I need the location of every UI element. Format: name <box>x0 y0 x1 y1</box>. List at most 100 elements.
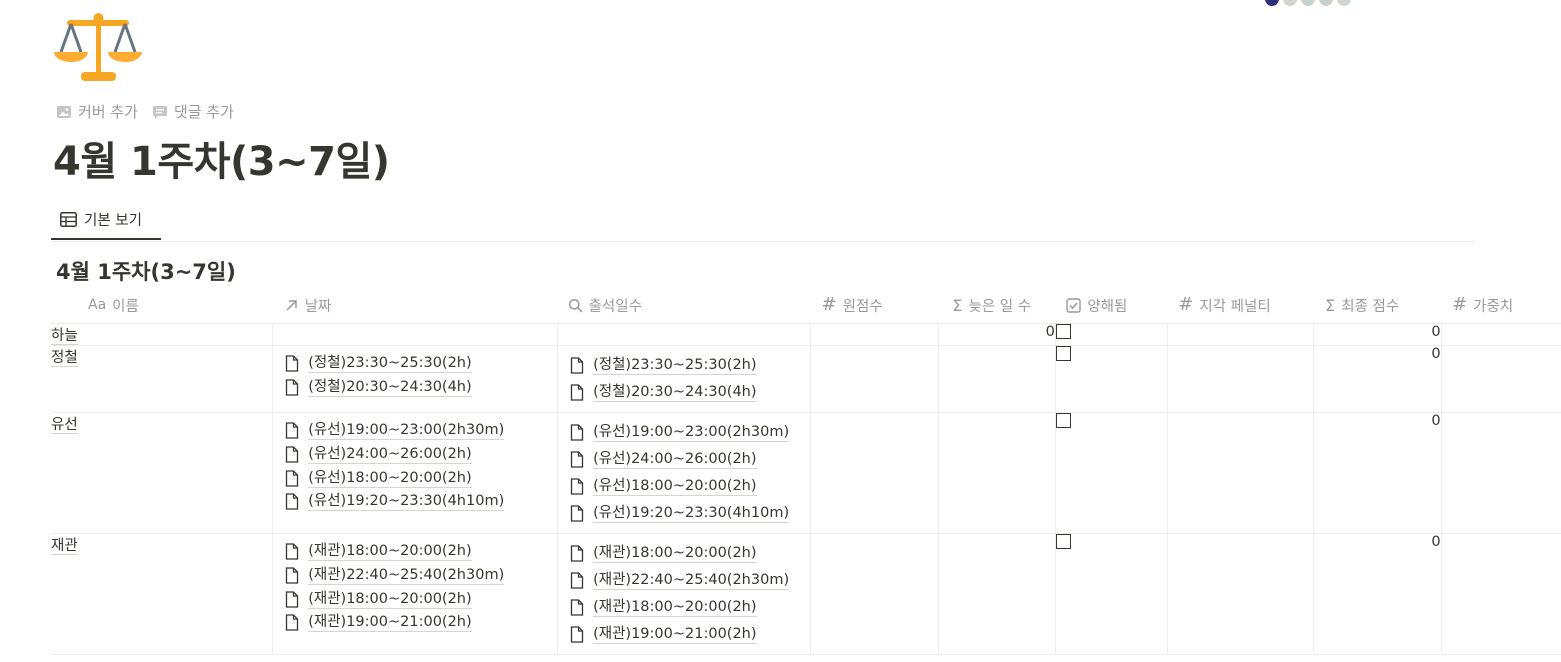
cell-late-penalty[interactable] <box>1167 412 1314 534</box>
page-icon <box>286 422 299 439</box>
column-header-late-penalty[interactable]: # 지각 페널티 <box>1167 287 1314 324</box>
rollup-list: (정철)23:30~25:30(2h) (정철)20:30~24:30(4h) <box>558 346 809 412</box>
linked-page-item[interactable]: (재관)18:00~20:00(2h) <box>285 540 556 564</box>
linked-page-item[interactable]: (유선)19:00~23:00(2h30m) <box>570 419 809 446</box>
linked-page-title: (유선)19:20~23:30(4h10m) <box>593 505 790 523</box>
cell-attendance[interactable]: (정철)23:30~25:30(2h) (정철)20:30~24:30(4h) <box>557 345 812 413</box>
cell-attendance[interactable] <box>557 323 812 346</box>
linked-page-item[interactable]: (유선)24:00~26:00(2h) <box>570 446 809 473</box>
checkbox-icon <box>1066 297 1082 313</box>
linked-page-item[interactable]: (재관)18:00~20:00(2h) <box>570 594 809 621</box>
cell-original-score[interactable] <box>810 345 939 413</box>
tab-default-view[interactable]: 기본 보기 <box>51 201 161 240</box>
linked-page-item[interactable]: (재관)19:00~21:00(2h) <box>285 611 556 635</box>
cell-final-score[interactable]: 0 <box>1313 533 1442 655</box>
cell-date[interactable]: (재관)18:00~20:00(2h) (재관)22:40~25:40(2h30m… <box>272 533 559 655</box>
page-icon <box>286 493 299 511</box>
cell-final-score[interactable]: 0 <box>1313 345 1442 413</box>
table-row[interactable]: 재관 (재관)18:00~20:00(2h) (재관)22:40~25:40(2h… <box>51 533 1561 655</box>
excused-checkbox[interactable] <box>1055 324 1071 339</box>
cell-final-score[interactable]: 0 <box>1313 323 1442 346</box>
page-icon <box>286 591 299 608</box>
cell-name[interactable]: 정철 <box>51 345 274 413</box>
cell-excused <box>1055 345 1168 413</box>
linked-page-item[interactable]: (재관)19:00~21:00(2h) <box>570 621 809 648</box>
column-header-excused[interactable]: 양해됨 <box>1055 287 1168 324</box>
excused-checkbox[interactable] <box>1055 346 1071 361</box>
linked-page-title: (정철)23:30~25:30(2h) <box>593 357 757 375</box>
cell-late-penalty[interactable] <box>1167 323 1314 346</box>
add-cover-button[interactable]: 커버 추가 <box>56 101 138 122</box>
search-icon <box>568 298 583 313</box>
column-header-late-days[interactable]: Σ 늦은 일 수 <box>938 287 1056 324</box>
cell-weight[interactable] <box>1441 323 1561 346</box>
linked-page-item[interactable]: (유선)19:00~23:00(2h30m) <box>285 419 556 443</box>
row-title[interactable]: 재관 <box>51 538 78 555</box>
table-row[interactable]: 정철 (정철)23:30~25:30(2h) (정철)20:30~24:30(4h… <box>51 345 1561 413</box>
column-header-name[interactable]: Aa 이름 <box>51 287 273 324</box>
linked-page-item[interactable]: (유선)19:20~23:30(4h10m) <box>570 500 809 527</box>
relation-list <box>273 324 556 336</box>
row-title[interactable]: 정철 <box>51 350 78 367</box>
cell-late-days[interactable] <box>938 412 1056 534</box>
cell-date[interactable]: (정철)23:30~25:30(2h) (정철)20:30~24:30(4h) <box>272 345 559 413</box>
excused-checkbox[interactable] <box>1055 534 1071 549</box>
linked-page-item[interactable]: (재관)18:00~20:00(2h) <box>570 540 809 567</box>
table-row[interactable]: 유선 (유선)19:00~23:00(2h30m) (유선)24:00~26:00… <box>51 412 1561 534</box>
page-icon <box>570 599 584 616</box>
add-comment-button[interactable]: 댓글 추가 <box>152 101 234 122</box>
cell-name[interactable]: 재관 <box>51 533 274 655</box>
column-header-original-score[interactable]: # 원점수 <box>810 287 939 324</box>
linked-page-item[interactable]: (유선)18:00~20:00(2h) <box>570 473 809 500</box>
relation-list: (정철)23:30~25:30(2h) (정철)20:30~24:30(4h) <box>273 346 556 405</box>
linked-page-item[interactable]: (재관)22:40~25:40(2h30m) <box>570 567 809 594</box>
cell-weight[interactable] <box>1441 345 1561 413</box>
cell-late-penalty[interactable] <box>1167 345 1314 413</box>
column-header-weight[interactable]: # 가중치 <box>1441 287 1561 324</box>
cell-name[interactable]: 하늘 <box>51 323 274 346</box>
table-icon <box>60 212 77 227</box>
linked-page-item[interactable]: (유선)24:00~26:00(2h) <box>285 443 556 467</box>
row-title[interactable]: 하늘 <box>51 328 78 345</box>
cell-late-days[interactable] <box>938 345 1056 413</box>
cell-weight[interactable] <box>1441 412 1561 534</box>
rollup-list <box>558 324 809 336</box>
linked-page-item[interactable]: (재관)18:00~20:00(2h) <box>285 587 556 611</box>
page-actions: 커버 추가 댓글 추가 <box>56 101 234 122</box>
table-row[interactable]: 하늘 0 0 <box>51 323 1561 346</box>
linked-page-item[interactable]: (유선)19:20~23:30(4h10m) <box>285 490 556 514</box>
comment-icon <box>152 105 167 119</box>
cell-late-days[interactable]: 0 <box>938 323 1056 346</box>
column-header-final-score[interactable]: Σ 최종 점수 <box>1313 287 1442 324</box>
cell-weight[interactable] <box>1441 533 1561 655</box>
cell-date[interactable] <box>272 323 559 346</box>
page-icon <box>570 572 584 589</box>
linked-page-title: (정철)20:30~24:30(4h) <box>308 379 472 398</box>
cell-original-score[interactable] <box>810 412 939 534</box>
balance-scale-icon[interactable] <box>53 12 143 84</box>
linked-page-item[interactable]: (정철)20:30~24:30(4h) <box>285 376 556 400</box>
number-property-icon: # <box>821 294 837 315</box>
linked-page-item[interactable]: (재관)22:40~25:40(2h30m) <box>285 564 556 588</box>
cell-name[interactable]: 유선 <box>51 412 274 534</box>
cell-attendance[interactable]: (유선)19:00~23:00(2h30m) (유선)24:00~26:00(2h… <box>557 412 812 534</box>
database-title[interactable]: 4월 1주차(3~7일) <box>56 256 236 286</box>
cell-late-days[interactable] <box>938 533 1056 655</box>
row-title[interactable]: 유선 <box>51 417 78 434</box>
cell-attendance[interactable]: (재관)18:00~20:00(2h) (재관)22:40~25:40(2h30m… <box>557 533 812 655</box>
column-header-attendance[interactable]: 출석일수 <box>557 287 811 324</box>
linked-page-item[interactable]: (정철)20:30~24:30(4h) <box>570 379 809 406</box>
linked-page-title: (유선)24:00~26:00(2h) <box>308 446 472 465</box>
column-header-date[interactable]: 날짜 <box>272 287 558 324</box>
cell-date[interactable]: (유선)19:00~23:00(2h30m) (유선)24:00~26:00(2h… <box>272 412 559 534</box>
linked-page-item[interactable]: (정철)23:30~25:30(2h) <box>285 352 556 376</box>
cell-late-penalty[interactable] <box>1167 533 1314 655</box>
linked-page-item[interactable]: (정철)23:30~25:30(2h) <box>570 352 809 379</box>
linked-page-item[interactable]: (유선)18:00~20:00(2h) <box>285 466 556 490</box>
page-title[interactable]: 4월 1주차(3~7일) <box>53 134 390 190</box>
cell-final-score[interactable]: 0 <box>1313 412 1442 534</box>
cell-original-score[interactable] <box>810 323 939 346</box>
excused-checkbox[interactable] <box>1055 413 1071 428</box>
page-icon <box>570 384 584 401</box>
cell-original-score[interactable] <box>810 533 939 655</box>
